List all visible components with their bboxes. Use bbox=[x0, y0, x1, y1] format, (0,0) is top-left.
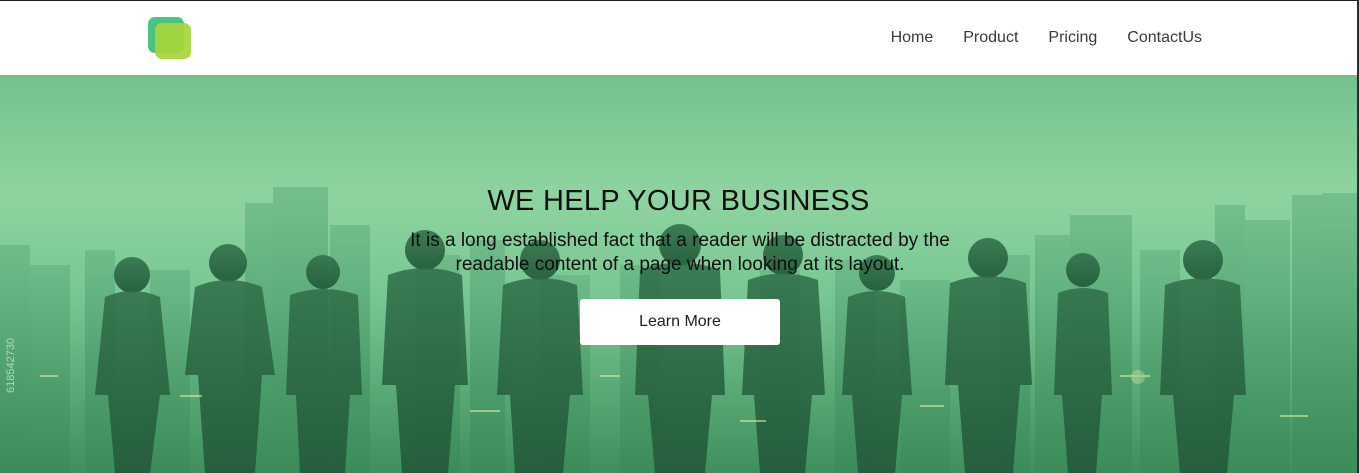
logo-square-front bbox=[155, 23, 191, 59]
main-nav: Home Product Pricing ContactUs bbox=[891, 28, 1202, 48]
nav-link-pricing[interactable]: Pricing bbox=[1048, 28, 1097, 48]
stock-watermark-id: 618542730 bbox=[5, 337, 17, 393]
hero-title: WE HELP YOUR BUSINESS bbox=[487, 185, 870, 217]
nav-link-contactus[interactable]: ContactUs bbox=[1127, 28, 1202, 48]
hero-subtitle: It is a long established fact that a rea… bbox=[410, 230, 950, 275]
hero-banner: WE HELP YOUR BUSINESS It is a long estab… bbox=[0, 75, 1357, 473]
nav-link-product[interactable]: Product bbox=[963, 28, 1018, 48]
learn-more-button[interactable]: Learn More bbox=[580, 299, 780, 345]
logo-icon[interactable] bbox=[148, 17, 194, 61]
page: Home Product Pricing ContactUs WE HELP Y… bbox=[0, 0, 1359, 473]
site-header: Home Product Pricing ContactUs bbox=[0, 1, 1357, 75]
nav-link-home[interactable]: Home bbox=[891, 28, 934, 48]
